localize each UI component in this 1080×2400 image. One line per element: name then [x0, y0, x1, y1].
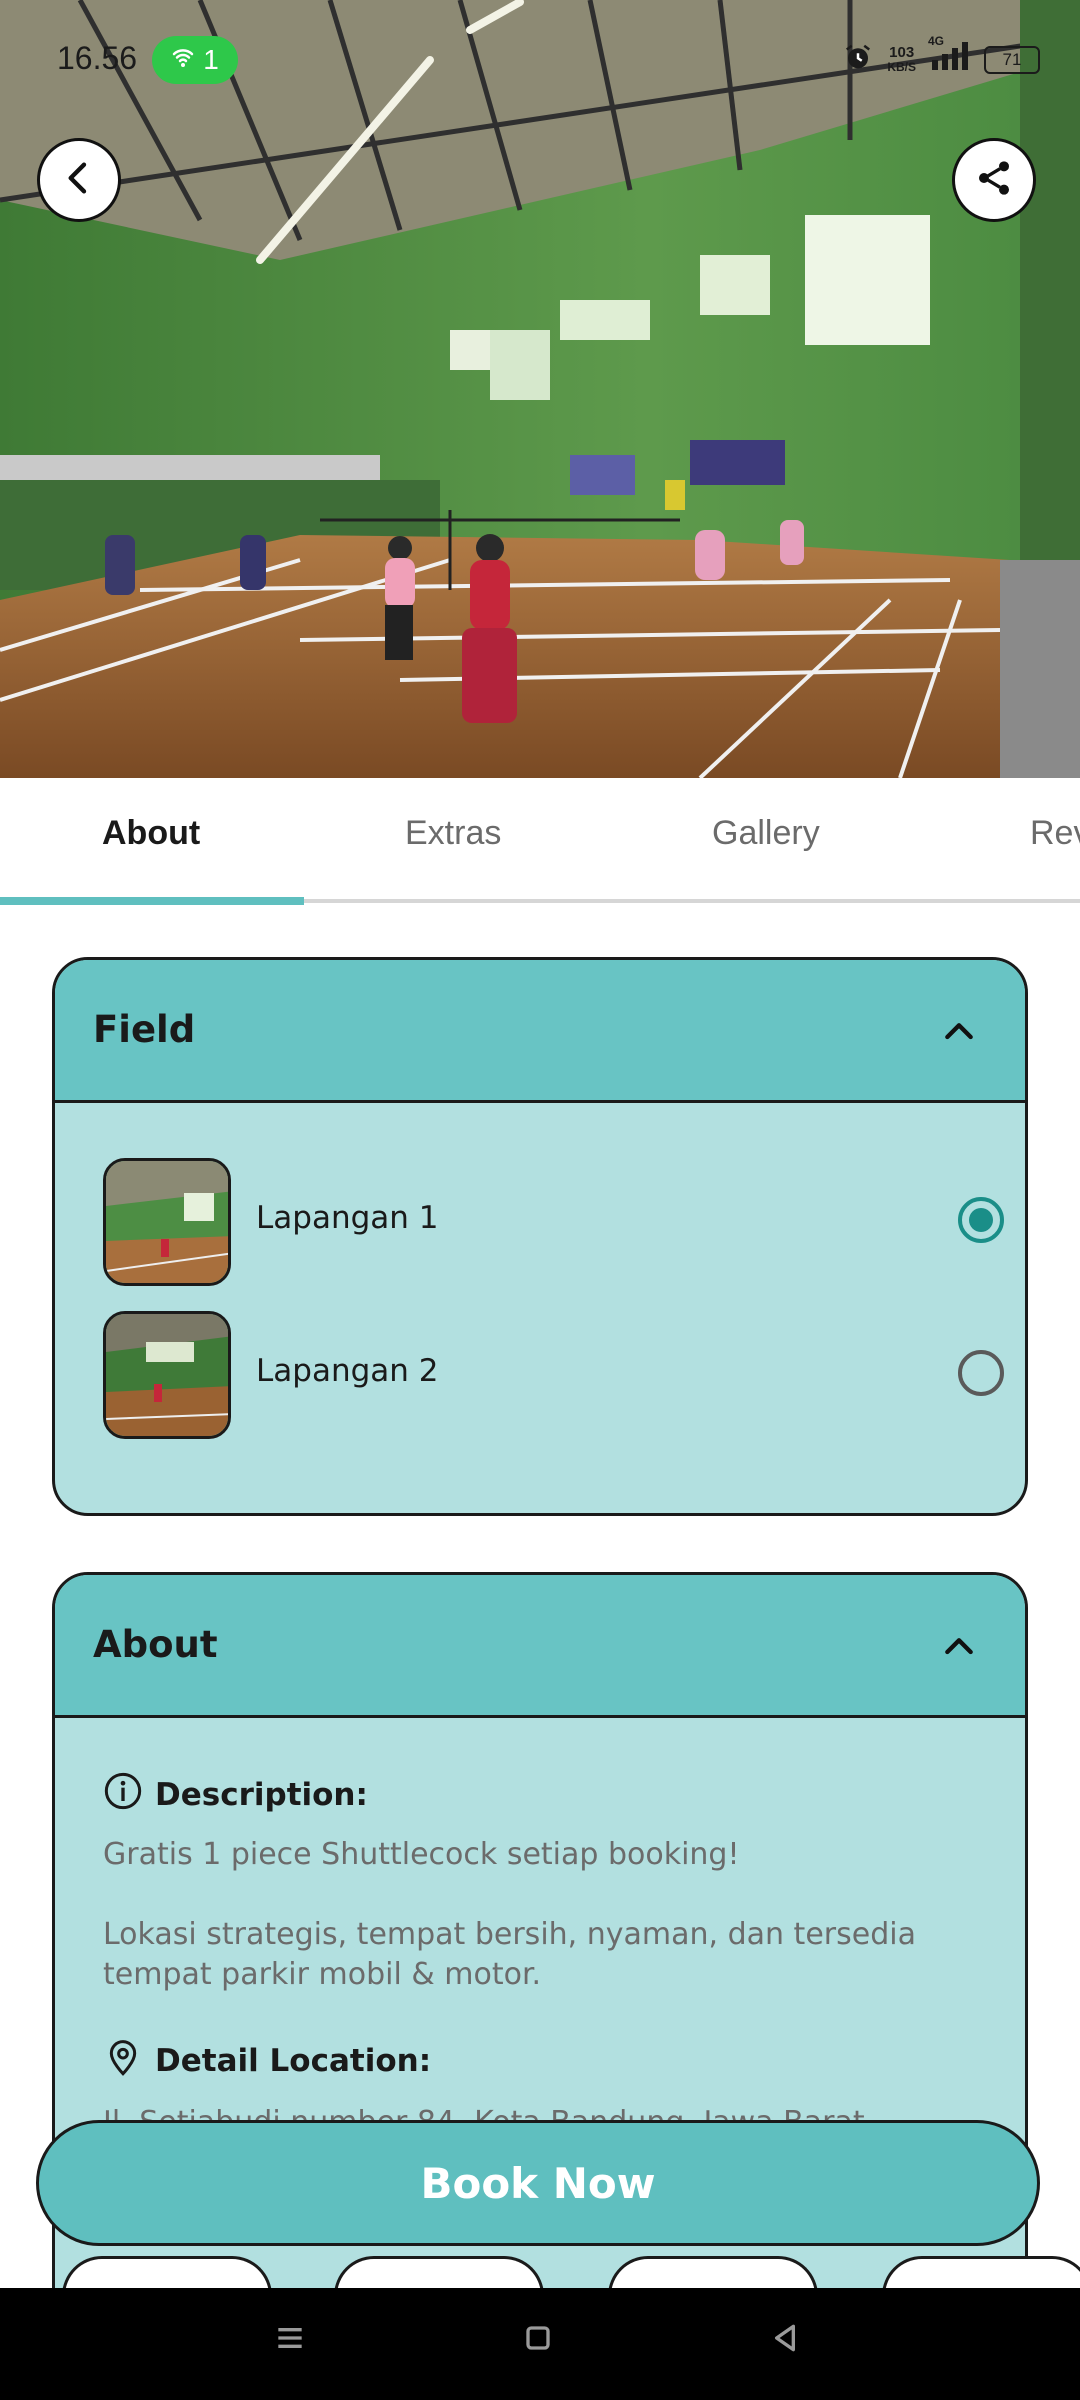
field-thumbnail [103, 1158, 231, 1286]
field-name: Lapangan 1 [256, 1200, 439, 1236]
network-speed-value: 103 [889, 43, 915, 61]
description-heading: Description: [103, 1771, 368, 1819]
chevron-up-icon[interactable] [939, 1012, 979, 1056]
battery-indicator: 71 [984, 45, 1040, 74]
tab-extras[interactable]: Extras [405, 814, 501, 853]
system-nav-bar [0, 2288, 1080, 2400]
hotspot-icon [171, 45, 195, 75]
field-name: Lapangan 2 [256, 1353, 439, 1389]
field-radio-selected[interactable] [958, 1197, 1004, 1243]
field-radio-unselected[interactable] [958, 1350, 1004, 1396]
hotspot-badge: 1 [152, 36, 238, 84]
status-indicators: 103 KB/S 4G 71 [843, 34, 1040, 77]
description-label: Description: [155, 1777, 368, 1813]
field-thumbnail [103, 1311, 231, 1439]
field-option-2[interactable]: Lapangan 2 [103, 1311, 1004, 1439]
status-bar: 16.56 1 103 KB/S 4G 71 [0, 0, 1080, 125]
field-option-1[interactable]: Lapangan 1 [103, 1158, 1004, 1286]
back-nav-icon[interactable] [765, 2318, 805, 2362]
location-heading: Detail Location: [103, 2037, 431, 2085]
share-icon [974, 158, 1014, 202]
network-speed: 103 KB/S [887, 43, 916, 74]
info-icon [103, 1771, 143, 1819]
hotspot-count: 1 [203, 44, 219, 75]
home-icon[interactable] [518, 2318, 558, 2362]
about-section-header[interactable]: About [55, 1575, 1025, 1718]
chevron-left-icon [59, 158, 99, 202]
location-pin-icon [103, 2037, 143, 2085]
back-button[interactable] [37, 138, 121, 222]
field-section-header[interactable]: Field [55, 960, 1025, 1103]
signal-icon: 4G [928, 34, 970, 77]
tab-reviews[interactable]: Rev [1030, 814, 1080, 853]
description-line-2: Lokasi strategis, tempat bersih, nyaman,… [103, 1917, 916, 1992]
description-line-1: Gratis 1 piece Shuttlecock setiap bookin… [103, 1837, 740, 1872]
field-section: Field Lapangan 1 Lapangan 2 [52, 957, 1028, 1516]
location-label: Detail Location: [155, 2043, 432, 2079]
field-section-title: Field [93, 1008, 196, 1051]
menu-icon[interactable] [270, 2318, 310, 2362]
about-section-title: About [93, 1623, 218, 1666]
alarm-icon [843, 42, 873, 77]
status-time: 16.56 [57, 40, 138, 76]
tab-bar: About Extras Gallery Rev [0, 778, 1080, 906]
tab-gallery[interactable]: Gallery [712, 814, 820, 853]
tab-active-indicator [0, 897, 304, 905]
book-now-button[interactable]: Book Now [36, 2120, 1040, 2246]
tab-about[interactable]: About [102, 814, 200, 853]
share-button[interactable] [952, 138, 1036, 222]
network-type: 4G [928, 34, 945, 48]
network-speed-unit: KB/S [887, 59, 916, 74]
chevron-up-icon[interactable] [939, 1627, 979, 1671]
